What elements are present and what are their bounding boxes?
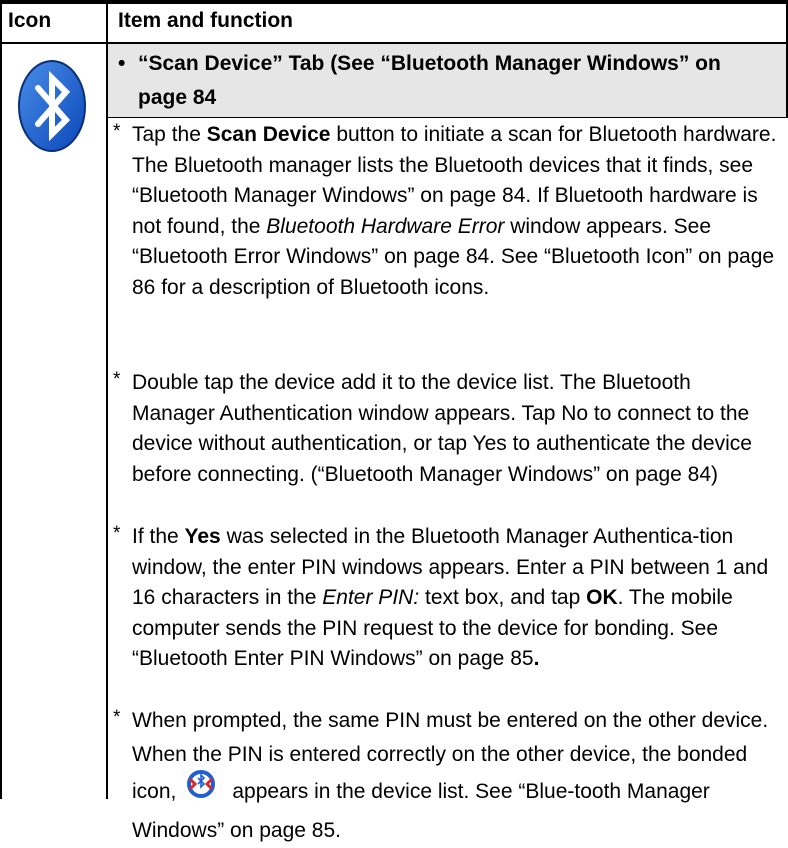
asterisk-marker: *	[113, 369, 121, 390]
list-item: * Double tap the device add it to the de…	[110, 368, 778, 490]
table-left-border	[0, 0, 2, 799]
list-item: * Tap the Scan Device button to initiate…	[110, 120, 778, 303]
asterisk-marker: *	[113, 523, 121, 544]
asterisk-marker: *	[113, 121, 121, 142]
list-item: * If the Yes was selected in the Bluetoo…	[110, 522, 778, 675]
feature-heading: • “Scan Device” Tab (See “Bluetooth Mana…	[110, 47, 770, 115]
bold-text: OK	[586, 586, 618, 609]
text: text box, and tap	[419, 586, 587, 609]
bold-text: Scan Device	[206, 123, 331, 146]
column-divider	[106, 0, 108, 799]
text: If the	[132, 525, 185, 548]
text: Tap the	[132, 123, 207, 146]
asterisk-marker: *	[113, 707, 121, 728]
header-icon-column: Icon	[8, 9, 52, 32]
feature-rule	[108, 117, 788, 118]
bluetooth-icon	[16, 58, 88, 159]
text: appears in the device list. See “Blue-to…	[132, 779, 710, 842]
bonded-icon	[184, 769, 218, 810]
text: Double tap the device add it to the devi…	[132, 371, 752, 486]
feature-title: “Scan Device” Tab (See “Bluetooth Manage…	[138, 52, 721, 109]
bullet: •	[118, 52, 126, 75]
bold-text: Yes	[184, 525, 221, 548]
top-rule	[0, 0, 788, 4]
bold-text: .	[533, 647, 540, 670]
italic-text: Enter PIN:	[322, 586, 420, 609]
header-item-column: Item and function	[118, 9, 293, 32]
list-item: * When prompted, the same PIN must be en…	[110, 706, 778, 848]
italic-text: Bluetooth Hardware Error	[266, 214, 505, 238]
